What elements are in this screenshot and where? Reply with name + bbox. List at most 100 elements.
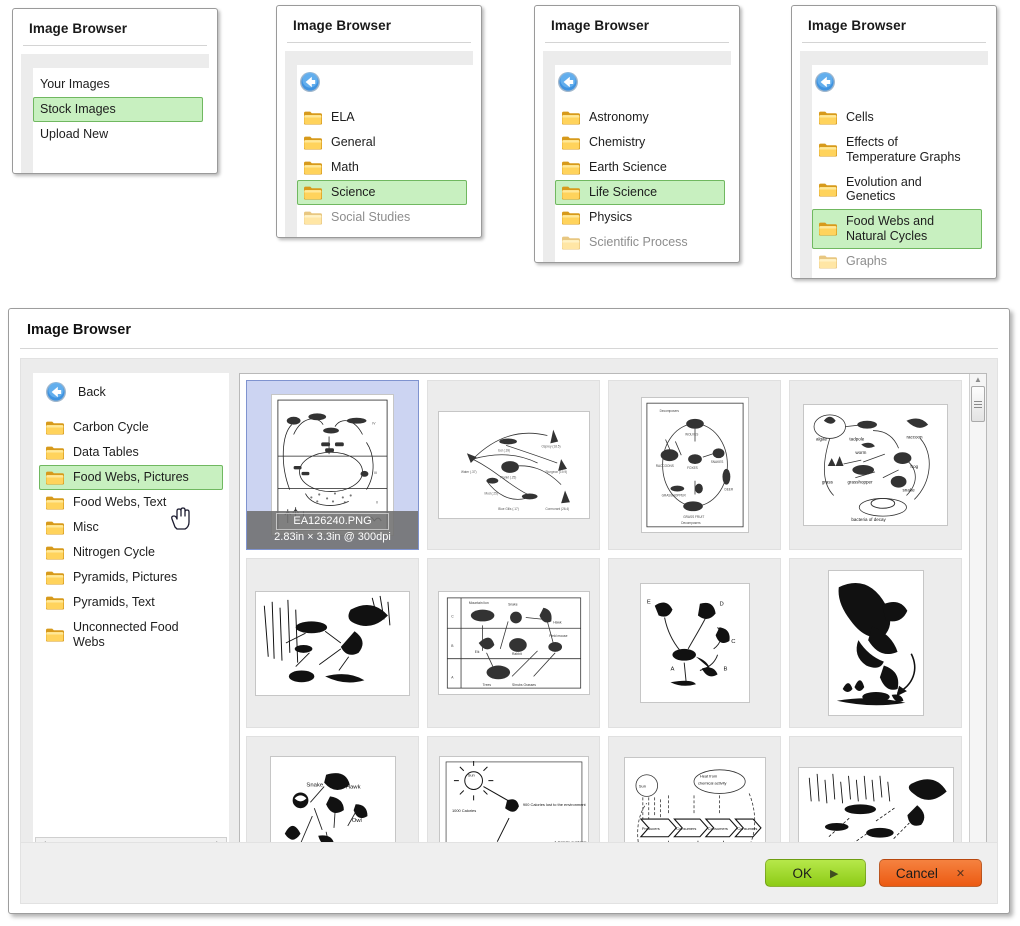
svg-text:Plankt (.25): Plankt (.25) [500,476,516,480]
folder-item-graphs[interactable]: Graphs [812,249,982,274]
thumbnail-grid-container: IV III II EA126240.PNG 2.83in × 3.3in @ 30… [239,373,987,858]
folder-item-nitrogen-cycle[interactable]: Nitrogen Cycle [39,540,223,565]
folder-item-math[interactable]: Math [297,155,467,180]
svg-text:Sun: Sun [638,784,645,789]
grid-vertical-scrollbar[interactable]: ▲ ▼ [969,374,986,857]
thumbnail-item[interactable]: Eel (.39) Osprey (18.5) Water (.37) Plankt… [427,380,600,550]
folder-item-food-webs-text[interactable]: Food Webs, Text [39,490,223,515]
svg-text:II: II [376,500,378,504]
folder-icon [45,545,64,560]
folder-icon [45,470,64,485]
svg-text:Osprey (18.5): Osprey (18.5) [541,444,560,448]
divider [20,348,998,349]
nav-item-stock-images[interactable]: Stock Images [33,96,203,122]
folder-label: Social Studies [331,210,411,225]
scroll-thumb[interactable] [971,386,985,422]
folder-icon [303,210,322,225]
folder-label: Food Webs, Text [73,495,167,510]
folder-label: Data Tables [73,445,139,460]
svg-text:Producers: Producers [641,826,659,831]
folder-item-unconnected-food-webs[interactable]: Unconnected Food Webs [39,615,223,655]
folder-icon [45,595,64,610]
back-arrow-icon [45,381,67,403]
thumbnail-item[interactable] [246,558,419,728]
folder-label: Nitrogen Cycle [73,545,155,560]
svg-text:FOXES: FOXES [687,466,698,470]
back-button[interactable] [812,69,988,95]
food-web-illustration: WOLVES RACCOONS FOXES SNAKES DEER GRASSHOPP… [640,397,749,533]
folder-label: Earth Science [589,160,667,175]
svg-text:Mountain lion: Mountain lion [468,601,488,605]
thumbnail-item[interactable]: algae tadpole raccoon worm frog grass grassh… [789,380,962,550]
folder-item-scientific-process[interactable]: Scientific Process [555,230,725,255]
nav-item-your-images[interactable]: Your Images [33,72,203,97]
thumbnail-item[interactable] [789,558,962,728]
folder-item-science[interactable]: Science [297,180,467,205]
scroll-up-icon[interactable]: ▲ [974,376,982,384]
folder-label: General [331,135,376,150]
nav-list-2: ELA General Math Science Social Studies [297,105,473,230]
svg-text:Consumers: Consumers [707,826,727,831]
food-web-illustration: Mountain lion SnakeHawk CBA Elk RabbitFiel… [437,591,590,695]
folder-item-astronomy[interactable]: Astronomy [555,105,725,130]
folder-item-pyramids-pictures[interactable]: Pyramids, Pictures [39,565,223,590]
thumbnail-item[interactable]: Sun 1000 Calories 900 Calories lost to t… [427,736,600,857]
thumbnail-item[interactable]: IV III II EA126240.PNG 2.83in × 3.3in @ 30… [246,380,419,550]
folder-item-effects-of-temperature-graphs[interactable]: Effects of Temperature Graphs [812,130,982,170]
nav-label: Upload New [40,126,109,141]
folder-item-earth-science[interactable]: Earth Science [555,155,725,180]
folder-item-evolution-and-genetics[interactable]: Evolution and Genetics [812,170,982,210]
panel-title: Image Browser [551,18,650,33]
folder-icon [45,420,64,435]
folder-sidebar-scrollport: Back Carbon Cycle Data Tables Food Webs,… [33,373,229,837]
folder-item-food-webs-pictures[interactable]: Food Webs, Pictures [39,465,223,490]
thumbnail-item[interactable]: Mountain lion Snake Hawk CBA Elk Rabbit Fiel… [427,558,600,728]
folder-item-life-science[interactable]: Life Science [555,180,725,205]
folder-icon [561,185,580,200]
close-x-icon: ✕ [955,867,966,880]
arrow-right-icon: ▶ [830,867,839,880]
thumbnail-item[interactable]: Sun Heat from chemical activity Producers… [608,736,781,857]
folder-item-social-studies[interactable]: Social Studies [297,205,467,230]
svg-text:chemical activity: chemical activity [697,781,726,786]
folder-item-data-tables[interactable]: Data Tables [39,440,223,465]
nav-list-3: Astronomy Chemistry Earth Science Life S… [555,105,731,255]
svg-text:Decomposers: Decomposers [659,409,679,413]
back-button[interactable]: Back [43,379,229,405]
folder-item-general[interactable]: General [297,130,467,155]
food-web-illustration: algae tadpole raccoon worm frog grass grassh… [803,404,948,526]
panel-inner: ELA General Math Science Social Studies [297,65,473,237]
folder-item-carbon-cycle[interactable]: Carbon Cycle [39,415,223,440]
svg-text:snake: snake [903,488,916,493]
back-button[interactable] [555,69,731,95]
thumbnail-item[interactable]: WOLVES RACCOONS FOXES SNAKES DEER GRASSHOPP… [608,380,781,550]
folder-item-ela[interactable]: ELA [297,105,467,130]
thumbnail-item[interactable]: E D C B A [608,558,781,728]
cancel-button[interactable]: Cancel ✕ [879,859,982,887]
folder-item-misc[interactable]: Misc [39,515,223,540]
thumbnail-item[interactable]: SnakeHawk OwlFrog MouseCricket [246,736,419,857]
folder-icon [818,110,837,125]
back-button[interactable] [297,69,473,95]
svg-text:GRASS FRUIT: GRASS FRUIT [683,515,704,519]
svg-text:Mud (.25): Mud (.25) [484,491,497,495]
thumbnail-item[interactable] [789,736,962,857]
folder-item-food-webs-and-natural-cycles[interactable]: Food Webs and Natural Cycles [812,209,982,249]
svg-text:Heat from: Heat from [699,774,717,779]
folder-item-physics[interactable]: Physics [555,205,725,230]
nav-item-upload-new[interactable]: Upload New [33,122,203,147]
scroll-track[interactable] [970,384,986,847]
folder-label: Chemistry [589,135,646,150]
folder-item-chemistry[interactable]: Chemistry [555,130,725,155]
folder-item-cells[interactable]: Cells [812,105,982,130]
thumbnail-dimensions: 2.83in × 3.3in @ 300dpi [274,531,391,544]
folder-label: Food Webs and Natural Cycles [846,214,935,243]
screen: Image Browser Your Images Stock Images U… [0,0,1020,926]
folder-item-pyramids-text[interactable]: Pyramids, Text [39,590,223,615]
svg-text:frog: frog [910,464,918,469]
folder-icon [818,221,837,236]
ok-button[interactable]: OK ▶ [765,859,866,887]
svg-text:RACCOONS: RACCOONS [655,464,673,468]
svg-text:A: A [670,666,674,672]
svg-text:WOLVES: WOLVES [685,433,698,437]
